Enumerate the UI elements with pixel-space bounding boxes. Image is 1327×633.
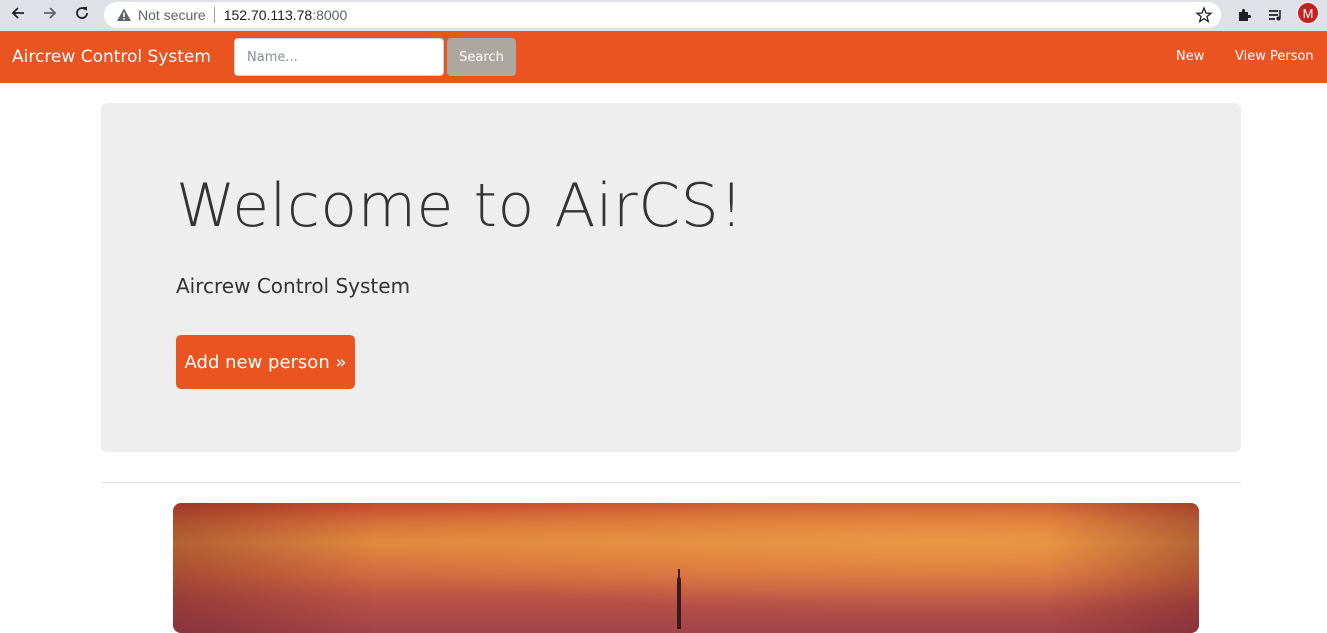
tower-silhouette <box>677 569 681 629</box>
nav-link-view-person[interactable]: View Person <box>1235 49 1314 64</box>
search-input[interactable]: Name... <box>234 38 444 76</box>
url-host: 152.70.113.78 <box>223 7 313 23</box>
browser-toolbar: Not secure 152.70.113.78:8000 M <box>0 0 1327 31</box>
welcome-jumbotron: Welcome to AirCS! Aircrew Control System… <box>101 103 1241 452</box>
site-navbar: Aircrew Control System Name... Search Ne… <box>0 31 1327 83</box>
warning-icon <box>117 8 131 21</box>
content-divider <box>101 482 1241 483</box>
security-status[interactable]: Not secure <box>138 7 206 23</box>
profile-avatar[interactable]: M <box>1297 2 1319 24</box>
add-new-person-button[interactable]: Add new person » <box>176 335 355 389</box>
back-arrow-icon[interactable] <box>3 0 33 26</box>
navbar-brand[interactable]: Aircrew Control System <box>12 47 211 67</box>
url-port: :8000 <box>312 7 348 23</box>
hero-shade <box>173 503 1199 633</box>
star-icon[interactable] <box>1195 6 1213 24</box>
media-queue-icon[interactable] <box>1263 3 1287 27</box>
address-bar[interactable]: Not secure 152.70.113.78:8000 <box>104 2 1221 28</box>
search-button[interactable]: Search <box>447 38 516 76</box>
omnibox-separator <box>213 7 215 23</box>
nav-link-new[interactable]: New <box>1176 49 1204 64</box>
sunset-hero-image <box>173 503 1199 633</box>
reload-icon[interactable] <box>67 0 97 26</box>
forward-arrow-icon[interactable] <box>35 0 65 26</box>
page-subtitle: Aircrew Control System <box>176 274 411 298</box>
puzzle-icon[interactable] <box>1232 3 1256 27</box>
page-title: Welcome to AirCS! <box>176 171 744 241</box>
